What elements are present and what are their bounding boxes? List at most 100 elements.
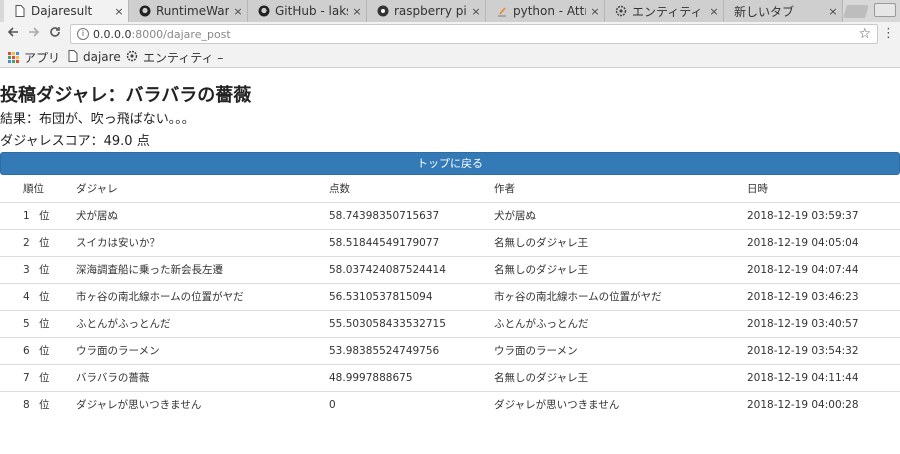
arrow-left-icon xyxy=(7,27,18,37)
table-row: 6 位ウラ面のラーメン 53.98385524749756 ウラ面のラーメン 2018-… xyxy=(0,337,900,365)
gear-icon xyxy=(615,5,627,17)
arrow-right-icon xyxy=(29,27,40,37)
score-cell: 58.51844549179077 xyxy=(329,229,494,257)
header-score: 点数 xyxy=(329,175,494,203)
bookmark-dajare[interactable]: dajare xyxy=(68,49,121,65)
apps-grid-icon xyxy=(8,51,19,63)
dajare-cell: ウラ面のラーメン xyxy=(76,337,329,365)
close-icon[interactable]: × xyxy=(590,5,600,18)
score-cell: 53.98385524749756 xyxy=(329,337,494,365)
header-dajare: ダジャレ xyxy=(76,175,329,203)
tab-entity[interactable]: エンティティ - × xyxy=(605,0,724,22)
table-row: 1 位犬が居ぬ 58.74398350715637 犬が居ぬ 2018-12-19 03… xyxy=(0,202,900,230)
date-cell: 2018-12-19 03:59:37 xyxy=(747,202,900,230)
author-cell: 犬が居ぬ xyxy=(494,202,747,230)
tab-title: python - Attrib xyxy=(513,4,586,18)
github-icon xyxy=(258,5,270,17)
back-to-top-button[interactable]: トップに戻る xyxy=(0,152,900,175)
raspberry-icon xyxy=(377,5,389,17)
date-cell: 2018-12-19 04:05:04 xyxy=(747,229,900,257)
author-cell: 名無しのダジャレ王 xyxy=(494,229,747,257)
bookmark-label: dajare xyxy=(83,50,121,64)
page-icon xyxy=(68,49,78,65)
tab-title: 新しいタブ xyxy=(734,4,795,19)
table-body: 1 位犬が居ぬ 58.74398350715637 犬が居ぬ 2018-12-19 03… xyxy=(0,202,900,418)
tab-dajaresult[interactable]: Dajaresult × xyxy=(4,0,129,22)
table-header-row: 順位 ダジャレ 点数 作者 日時 xyxy=(0,175,900,203)
tab-title: Dajaresult xyxy=(31,4,93,18)
dajare-cell: バラバラの薔薇 xyxy=(76,364,329,392)
tab-github-lakshay[interactable]: GitHub - laksh × xyxy=(248,0,367,22)
tab-runtimewarning[interactable]: RuntimeWarni × xyxy=(129,0,248,22)
close-icon[interactable]: × xyxy=(352,5,362,18)
rank-cell: 7位 xyxy=(0,364,76,392)
date-cell: 2018-12-19 03:54:32 xyxy=(747,337,900,365)
rank-cell: 8位 xyxy=(23,399,50,412)
table-row: 5 位ふとんがふっとんだ 55.503058433532715 ふとんがふっとんだ 20… xyxy=(0,310,900,338)
dajare-cell: ふとんがふっとんだ xyxy=(76,310,329,338)
rank-cell: 5位 xyxy=(0,310,76,338)
rank-cell: 3位 xyxy=(0,256,76,284)
info-icon[interactable]: i xyxy=(77,28,89,40)
dajare-cell: スイカは安いか？ xyxy=(76,229,329,257)
author-cell: 名無しのダジャレ王 xyxy=(494,364,747,392)
score-text: ダジャレスコア：49.0 点 xyxy=(0,134,150,149)
rank-cell: 1位 xyxy=(0,202,76,230)
rank-cell: 6位 xyxy=(0,337,76,365)
author-cell: ふとんがふっとんだ xyxy=(494,310,747,338)
tab-raspberry-pi[interactable]: raspberry pi 3 × xyxy=(367,0,486,22)
tab-title: raspberry pi 3 xyxy=(394,4,467,18)
author-cell: 市ヶ谷の南北線ホームの位置がヤだ xyxy=(494,283,747,311)
close-icon[interactable]: × xyxy=(709,5,719,18)
github-icon xyxy=(139,5,151,17)
url-text: 0.0.0.0:8000/dajare_post xyxy=(93,28,231,41)
star-icon[interactable]: ☆ xyxy=(858,26,871,42)
score-cell: 58.037424087524414 xyxy=(329,256,494,284)
bookmark-apps[interactable]: アプリ xyxy=(8,49,60,65)
table-row: 2 位スイカは安いか？ 58.51844549179077 名無しのダジャレ王 2018… xyxy=(0,229,900,257)
dajare-cell: 犬が居ぬ xyxy=(76,202,329,230)
address-bar[interactable]: i 0.0.0.0:8000/dajare_post ☆ xyxy=(70,24,878,44)
rank-cell: 4位 xyxy=(0,283,76,311)
table-row: 3 位深海調査船に乗った新会長左遷 58.037424087524414 名無しのダジ… xyxy=(0,256,900,284)
score-cell: 55.503058433532715 xyxy=(329,310,494,338)
dajare-cell: 深海調査船に乗った新会長左遷 xyxy=(76,256,329,284)
rank-cell: 2位 xyxy=(0,229,76,257)
bookmark-label: アプリ xyxy=(24,50,61,65)
new-tab-button[interactable] xyxy=(843,5,869,18)
date-cell: 2018-12-19 04:00:28 xyxy=(747,398,859,411)
date-cell: 2018-12-19 04:11:44 xyxy=(747,364,900,392)
result-text: 結果：布団が、吹っ飛ばない。。。 xyxy=(0,112,195,127)
score-cell: 58.74398350715637 xyxy=(329,202,494,230)
reload-icon xyxy=(50,27,60,37)
tab-python-attrib[interactable]: python - Attrib × xyxy=(486,0,605,22)
close-icon[interactable]: × xyxy=(114,5,124,18)
bookmark-label: エンティティ – xyxy=(143,50,224,65)
stackoverflow-icon xyxy=(496,5,508,17)
bookmark-entity[interactable]: エンティティ – xyxy=(126,49,223,65)
author-cell: 名無しのダジャレ王 xyxy=(494,256,747,284)
reload-button[interactable] xyxy=(46,25,64,43)
score-cell: 56.5310537815094 xyxy=(329,283,494,311)
menu-dots-icon[interactable]: ⋮ xyxy=(882,26,895,42)
date-cell: 2018-12-19 03:46:23 xyxy=(747,283,900,311)
author-cell: ウラ面のラーメン xyxy=(494,337,747,365)
forward-button[interactable] xyxy=(25,25,43,43)
page-title: 投稿ダジャレ：バラバラの薔薇 xyxy=(0,85,252,106)
dajare-cell: ダジャレが思いつきません xyxy=(76,399,202,412)
ranking-table: 順位 ダジャレ 点数 作者 日時 1 位犬が居ぬ 58.74398350715637… xyxy=(0,175,900,418)
close-icon[interactable]: × xyxy=(471,5,481,18)
gear-icon xyxy=(126,50,138,65)
header-author: 作者 xyxy=(494,175,747,203)
profile-button[interactable] xyxy=(874,3,896,17)
table-row: 4 位市ヶ谷の南北線ホームの位置がヤだ 56.5310537815094 市ヶ谷の南北… xyxy=(0,283,900,311)
table-row: 7 位バラバラの薔薇 48.9997888675 名無しのダジャレ王 2018-12-1… xyxy=(0,364,900,392)
close-icon[interactable]: × xyxy=(828,5,838,18)
tab-title: エンティティ - xyxy=(632,4,705,19)
tab-new-tab[interactable]: 新しいタブ × xyxy=(724,0,843,22)
close-icon[interactable]: × xyxy=(233,5,243,18)
page-content: 投稿ダジャレ：バラバラの薔薇 結果：布団が、吹っ飛ばない。。。 ダジャレスコア：… xyxy=(0,69,900,454)
back-button[interactable] xyxy=(4,25,22,43)
header-rank: 順位 xyxy=(0,175,76,203)
date-cell: 2018-12-19 03:40:57 xyxy=(747,310,900,338)
